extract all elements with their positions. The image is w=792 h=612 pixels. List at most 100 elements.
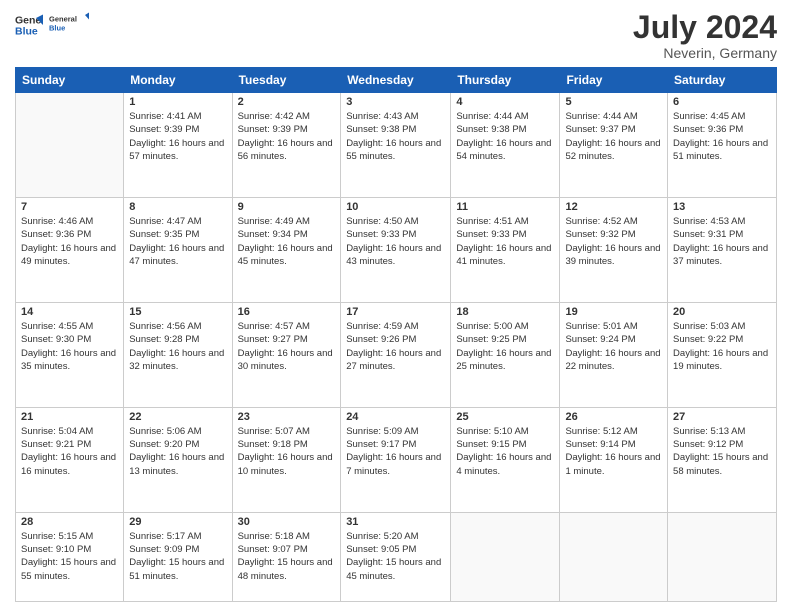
col-saturday: Saturday bbox=[668, 68, 777, 93]
day-number: 1 bbox=[129, 96, 226, 108]
day-number: 28 bbox=[21, 516, 118, 528]
day-number: 4 bbox=[456, 96, 554, 108]
table-row bbox=[560, 512, 668, 601]
day-info: Sunrise: 4:42 AM Sunset: 9:39 PM Dayligh… bbox=[238, 110, 336, 163]
table-row: 16 Sunrise: 4:57 AM Sunset: 9:27 PM Dayli… bbox=[232, 302, 341, 407]
day-info: Sunrise: 4:43 AM Sunset: 9:38 PM Dayligh… bbox=[346, 110, 445, 163]
day-info: Sunrise: 4:50 AM Sunset: 9:33 PM Dayligh… bbox=[346, 215, 445, 268]
day-info: Sunrise: 4:55 AM Sunset: 9:30 PM Dayligh… bbox=[21, 320, 118, 373]
day-info: Sunrise: 4:46 AM Sunset: 9:36 PM Dayligh… bbox=[21, 215, 118, 268]
day-info: Sunrise: 4:52 AM Sunset: 9:32 PM Dayligh… bbox=[565, 215, 662, 268]
day-info: Sunrise: 4:49 AM Sunset: 9:34 PM Dayligh… bbox=[238, 215, 336, 268]
day-number: 21 bbox=[21, 411, 118, 423]
day-info: Sunrise: 4:59 AM Sunset: 9:26 PM Dayligh… bbox=[346, 320, 445, 373]
day-info: Sunrise: 5:10 AM Sunset: 9:15 PM Dayligh… bbox=[456, 425, 554, 478]
table-row: 5 Sunrise: 4:44 AM Sunset: 9:37 PM Daylig… bbox=[560, 93, 668, 198]
day-number: 6 bbox=[673, 96, 771, 108]
table-row: 30 Sunrise: 5:18 AM Sunset: 9:07 PM Dayli… bbox=[232, 512, 341, 601]
day-number: 13 bbox=[673, 201, 771, 213]
table-row: 20 Sunrise: 5:03 AM Sunset: 9:22 PM Dayli… bbox=[668, 302, 777, 407]
day-number: 23 bbox=[238, 411, 336, 423]
table-row: 7 Sunrise: 4:46 AM Sunset: 9:36 PM Daylig… bbox=[16, 198, 124, 303]
day-number: 5 bbox=[565, 96, 662, 108]
day-number: 8 bbox=[129, 201, 226, 213]
day-info: Sunrise: 5:12 AM Sunset: 9:14 PM Dayligh… bbox=[565, 425, 662, 478]
col-monday: Monday bbox=[124, 68, 232, 93]
day-number: 12 bbox=[565, 201, 662, 213]
calendar-table: Sunday Monday Tuesday Wednesday Thursday… bbox=[15, 67, 777, 602]
day-number: 18 bbox=[456, 306, 554, 318]
day-info: Sunrise: 5:01 AM Sunset: 9:24 PM Dayligh… bbox=[565, 320, 662, 373]
header-row: Sunday Monday Tuesday Wednesday Thursday… bbox=[16, 68, 777, 93]
day-number: 26 bbox=[565, 411, 662, 423]
table-row: 25Sunrise: 5:10 AM Sunset: 9:15 PM Dayli… bbox=[451, 407, 560, 512]
table-row: 2Sunrise: 4:42 AM Sunset: 9:39 PM Daylig… bbox=[232, 93, 341, 198]
day-number: 17 bbox=[346, 306, 445, 318]
day-info: Sunrise: 4:56 AM Sunset: 9:28 PM Dayligh… bbox=[129, 320, 226, 373]
svg-text:Blue: Blue bbox=[15, 26, 38, 38]
table-row: 3 Sunrise: 4:43 AM Sunset: 9:38 PM Daylig… bbox=[341, 93, 451, 198]
table-row: 17 Sunrise: 4:59 AM Sunset: 9:26 PM Dayli… bbox=[341, 302, 451, 407]
day-number: 11 bbox=[456, 201, 554, 213]
col-thursday: Thursday bbox=[451, 68, 560, 93]
day-info: Sunrise: 5:06 AM Sunset: 9:20 PM Dayligh… bbox=[129, 425, 226, 478]
col-tuesday: Tuesday bbox=[232, 68, 341, 93]
day-number: 15 bbox=[129, 306, 226, 318]
day-number: 9 bbox=[238, 201, 336, 213]
table-row: 9 Sunrise: 4:49 AM Sunset: 9:34 PM Daylig… bbox=[232, 198, 341, 303]
day-info: Sunrise: 4:44 AM Sunset: 9:37 PM Dayligh… bbox=[565, 110, 662, 163]
day-info: Sunrise: 5:15 AM Sunset: 9:10 PM Dayligh… bbox=[21, 530, 118, 583]
day-info: Sunrise: 4:51 AM Sunset: 9:33 PM Dayligh… bbox=[456, 215, 554, 268]
day-number: 27 bbox=[673, 411, 771, 423]
day-number: 3 bbox=[346, 96, 445, 108]
day-number: 7 bbox=[21, 201, 118, 213]
day-info: Sunrise: 5:18 AM Sunset: 9:07 PM Dayligh… bbox=[238, 530, 336, 583]
day-number: 14 bbox=[21, 306, 118, 318]
month-title: July 2024 bbox=[633, 10, 777, 45]
svg-text:Blue: Blue bbox=[49, 24, 65, 33]
day-info: Sunrise: 4:47 AM Sunset: 9:35 PM Dayligh… bbox=[129, 215, 226, 268]
table-row: 23 Sunrise: 5:07 AM Sunset: 9:18 PM Dayli… bbox=[232, 407, 341, 512]
day-number: 19 bbox=[565, 306, 662, 318]
table-row: 21 Sunrise: 5:04 AM Sunset: 9:21 PM Dayli… bbox=[16, 407, 124, 512]
table-row: 12 Sunrise: 4:52 AM Sunset: 9:32 PM Dayli… bbox=[560, 198, 668, 303]
table-row: 10 Sunrise: 4:50 AM Sunset: 9:33 PM Dayli… bbox=[341, 198, 451, 303]
day-number: 20 bbox=[673, 306, 771, 318]
table-row bbox=[668, 512, 777, 601]
page: General Blue General Blue July 2024 Neve… bbox=[0, 0, 792, 612]
day-info: Sunrise: 5:00 AM Sunset: 9:25 PM Dayligh… bbox=[456, 320, 554, 373]
day-info: Sunrise: 4:45 AM Sunset: 9:36 PM Dayligh… bbox=[673, 110, 771, 163]
table-row: 28 Sunrise: 5:15 AM Sunset: 9:10 PM Dayli… bbox=[16, 512, 124, 601]
day-number: 10 bbox=[346, 201, 445, 213]
day-info: Sunrise: 5:17 AM Sunset: 9:09 PM Dayligh… bbox=[129, 530, 226, 583]
day-number: 16 bbox=[238, 306, 336, 318]
day-info: Sunrise: 5:20 AM Sunset: 9:05 PM Dayligh… bbox=[346, 530, 445, 583]
table-row: 8 Sunrise: 4:47 AM Sunset: 9:35 PM Daylig… bbox=[124, 198, 232, 303]
col-wednesday: Wednesday bbox=[341, 68, 451, 93]
location-subtitle: Neverin, Germany bbox=[633, 45, 777, 61]
day-number: 30 bbox=[238, 516, 336, 528]
title-section: July 2024 Neverin, Germany bbox=[633, 10, 777, 61]
day-info: Sunrise: 4:53 AM Sunset: 9:31 PM Dayligh… bbox=[673, 215, 771, 268]
table-row: 31 Sunrise: 5:20 AM Sunset: 9:05 PM Dayli… bbox=[341, 512, 451, 601]
table-row: 22 Sunrise: 5:06 AM Sunset: 9:20 PM Dayli… bbox=[124, 407, 232, 512]
table-row: 14 Sunrise: 4:55 AM Sunset: 9:30 PM Dayli… bbox=[16, 302, 124, 407]
day-info: Sunrise: 5:13 AM Sunset: 9:12 PM Dayligh… bbox=[673, 425, 771, 478]
table-row: 24Sunrise: 5:09 AM Sunset: 9:17 PM Dayli… bbox=[341, 407, 451, 512]
day-number: 22 bbox=[129, 411, 226, 423]
day-info: Sunrise: 5:03 AM Sunset: 9:22 PM Dayligh… bbox=[673, 320, 771, 373]
table-row: 13 Sunrise: 4:53 AM Sunset: 9:31 PM Dayli… bbox=[668, 198, 777, 303]
table-row: 1 Sunrise: 4:41 AM Sunset: 9:39 PM Daylig… bbox=[124, 93, 232, 198]
svg-text:General: General bbox=[49, 15, 77, 24]
day-info: Sunrise: 5:07 AM Sunset: 9:18 PM Dayligh… bbox=[238, 425, 336, 478]
logo-bird-icon: General Blue bbox=[49, 10, 89, 40]
top-section: General Blue General Blue July 2024 Neve… bbox=[15, 10, 777, 61]
day-info: Sunrise: 5:09 AM Sunset: 9:17 PM Dayligh… bbox=[346, 425, 445, 478]
table-row: 19 Sunrise: 5:01 AM Sunset: 9:24 PM Dayli… bbox=[560, 302, 668, 407]
logo-icon: General Blue bbox=[15, 11, 43, 39]
table-row: 18 Sunrise: 5:00 AM Sunset: 9:25 PM Dayli… bbox=[451, 302, 560, 407]
day-info: Sunrise: 5:04 AM Sunset: 9:21 PM Dayligh… bbox=[21, 425, 118, 478]
day-info: Sunrise: 4:41 AM Sunset: 9:39 PM Dayligh… bbox=[129, 110, 226, 163]
day-info: Sunrise: 4:57 AM Sunset: 9:27 PM Dayligh… bbox=[238, 320, 336, 373]
day-number: 31 bbox=[346, 516, 445, 528]
